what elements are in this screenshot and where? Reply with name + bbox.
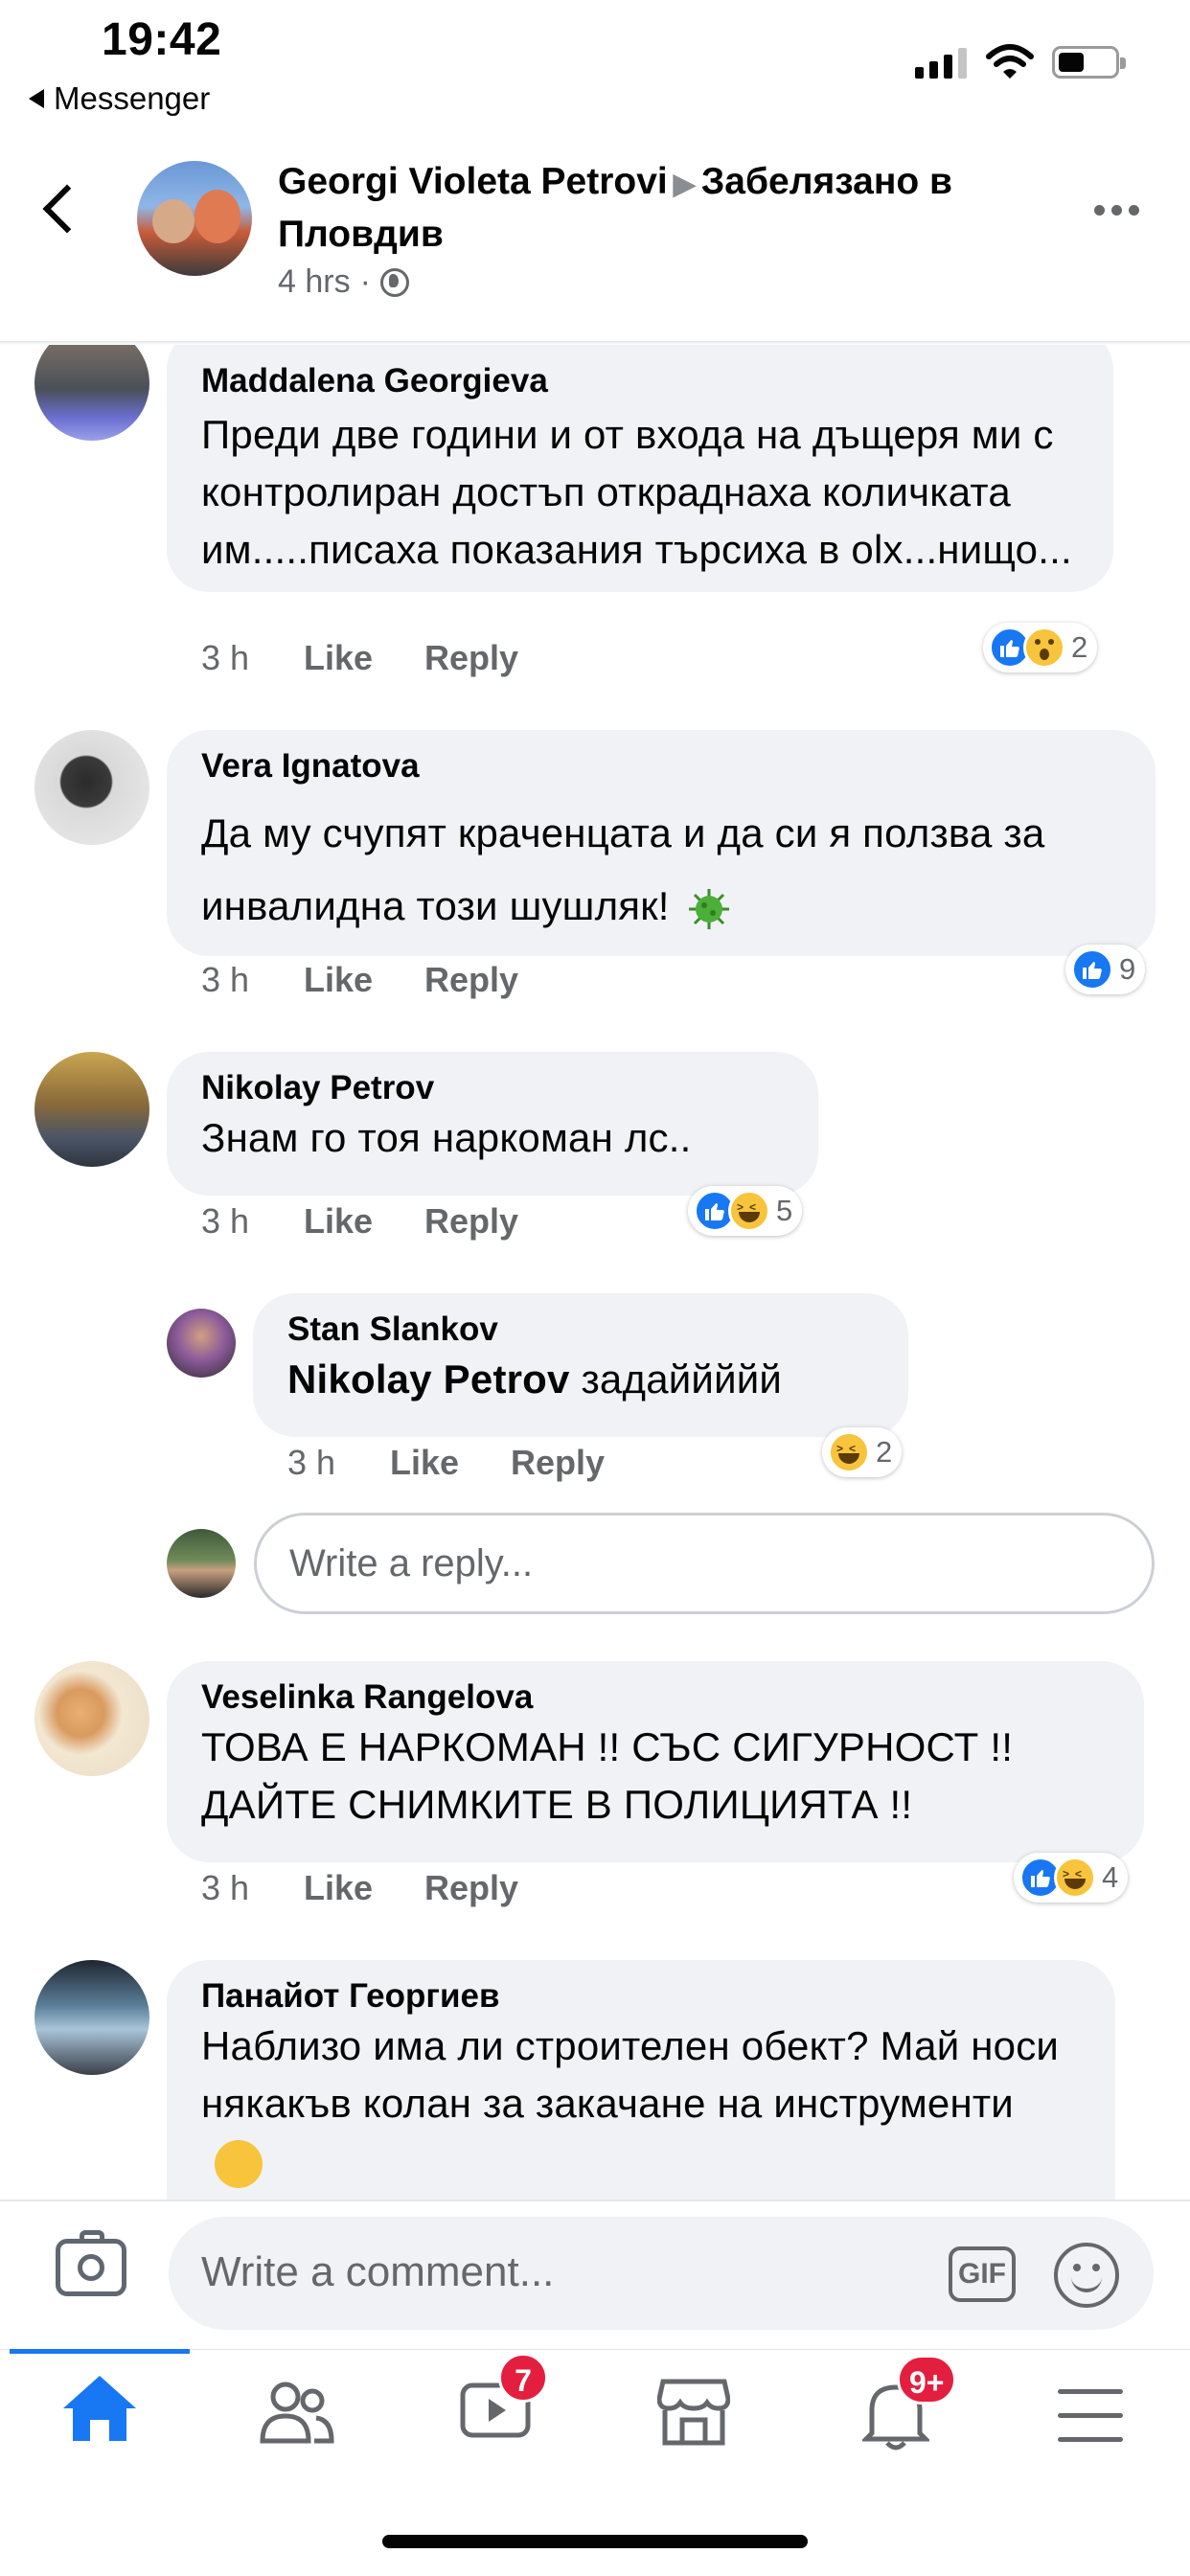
friends-icon[interactable] [259,2378,335,2447]
comment-time: 3 h [201,960,250,999]
globe-icon [379,267,409,297]
like-button[interactable]: Like [304,1868,424,1908]
like-reaction-icon [1071,948,1113,991]
notifications-badge: 9+ [897,2355,957,2405]
reply-button[interactable]: Reply [424,1201,518,1242]
meta-separator: · [359,263,371,300]
back-chevron-icon[interactable] [42,184,92,234]
reaction-count: 4 [1102,1860,1119,1894]
comment-author[interactable]: Stan Slankov [287,1309,876,1351]
commenter-avatar[interactable] [34,1052,149,1167]
comment-text: Да му счупят краченцата и да си я ползва… [201,810,1045,928]
reaction-count: 2 [876,1435,893,1469]
comment-time: 3 h [201,638,250,677]
post-time: 4 hrs [278,263,351,300]
gif-button[interactable]: GIF [949,2246,1016,2302]
more-options-icon[interactable] [1094,205,1139,216]
back-triangle-icon [29,89,44,108]
reply-button[interactable]: Reply [424,960,518,1000]
notifications-tab[interactable]: 9+ [859,2355,957,2451]
home-icon[interactable] [59,2372,140,2445]
comment-actions: 3 h Like Reply [201,638,518,678]
comment-bubble[interactable]: Veselinka Rangelova ТОВА Е НАРКОМАН !! С… [167,1661,1144,1862]
comment-text: Преди две години и от входа на дъщеря ми… [201,412,1072,572]
home-indicator [382,2535,808,2548]
comment-actions: 3 h Like Reply [201,960,518,1000]
emoji-icon[interactable] [1054,2243,1119,2308]
comment-actions: 3 h Like Reply [201,1201,518,1242]
comment-actions: 3 h Like Reply [287,1443,605,1483]
comment-author[interactable]: Maddalena Georgieva [201,360,1081,402]
comment-time: 3 h [201,1201,250,1241]
comment-author[interactable]: Nikolay Petrov [201,1067,786,1109]
commenter-avatar[interactable] [34,1661,149,1776]
post-author-name[interactable]: Georgi Violeta Petrovi [278,161,668,202]
haha-reaction-icon: >< [1054,1857,1096,1899]
reaction-count: 5 [776,1194,793,1227]
comment-text: задаййййй [581,1356,783,1402]
comment-actions: 3 h Like Reply [201,1868,518,1908]
cellular-signal-icon [915,48,967,79]
reaction-summary[interactable]: >< 2 [822,1427,903,1477]
comment-text: ТОВА Е НАРКОМАН !! СЪС СИГУРНОСТ !! ДАЙТ… [201,1724,1014,1827]
comment-time: 3 h [201,1868,250,1907]
post-title[interactable]: Georgi Violeta Petrovi ▶ Забелязано в Плов… [278,157,1044,260]
commenter-avatar[interactable] [167,1309,236,1378]
marketplace-icon[interactable] [657,2376,730,2447]
watch-tab[interactable]: 7 [460,2353,548,2443]
commenter-avatar[interactable] [34,345,149,441]
active-tab-indicator [10,2349,190,2354]
post-meta: 4 hrs · [278,263,409,301]
reaction-summary[interactable]: >< 5 [688,1186,803,1236]
commenter-avatar[interactable] [34,730,149,845]
comment-time: 3 h [287,1443,336,1482]
camera-icon[interactable] [56,2230,126,2296]
back-app-label: Messenger [54,80,211,116]
wow-reaction-icon [1023,627,1065,669]
comment-author[interactable]: Veselinka Rangelova [201,1676,1111,1719]
watch-badge: 7 [498,2353,548,2403]
haha-reaction-icon: >< [728,1190,770,1232]
comments-feed[interactable]: Maddalena Georgieva Преди две години и о… [0,345,1190,2200]
like-button[interactable]: Like [304,1201,424,1242]
write-reply-input[interactable]: Write a reply... [254,1513,1155,1614]
comment-text: Знам го тоя наркоман лс.. [201,1115,692,1160]
current-user-avatar [167,1529,236,1598]
reaction-summary[interactable]: 2 [983,623,1098,672]
reaction-summary[interactable]: 9 [1065,945,1146,994]
comment-text: Наблизо има ли строителен обект? Май нос… [201,2023,1060,2126]
battery-icon [1052,46,1126,79]
mention-link[interactable]: Nikolay Petrov [287,1356,570,1402]
thinking-face-emoji-icon [215,2139,263,2188]
reply-button[interactable]: Reply [424,638,518,678]
reply-button[interactable]: Reply [424,1868,518,1908]
comment-author[interactable]: Vera Ignatova [201,745,1123,787]
like-button[interactable]: Like [304,638,424,678]
reaction-count: 2 [1071,630,1088,664]
post-author-avatar[interactable] [137,161,252,276]
like-button[interactable]: Like [304,960,424,1000]
commenter-avatar[interactable] [34,1960,149,2075]
wifi-icon [986,44,1034,79]
right-triangle-icon: ▶ [673,169,696,200]
like-button[interactable]: Like [390,1443,511,1483]
microbe-emoji-icon [688,888,729,929]
comment-bubble[interactable]: Nikolay Petrov Знам го тоя наркоман лс.. [167,1052,818,1196]
comment-author[interactable]: Панайот Георгиев [201,1975,1083,2017]
comment-bubble[interactable]: Панайот Георгиев Наблизо има ли строител… [167,1960,1115,2200]
comment-bubble[interactable]: Maddalena Georgieva Преди две години и о… [167,345,1113,592]
haha-reaction-icon: >< [828,1431,870,1473]
reaction-summary[interactable]: >< 4 [1014,1853,1129,1903]
status-time: 19:42 [102,14,222,65]
reply-bubble[interactable]: Stan Slankov Nikolay Petrov задаййййй [253,1293,908,1437]
menu-icon[interactable] [1058,2389,1123,2443]
back-to-messenger-link[interactable]: Messenger [29,80,210,117]
reply-button[interactable]: Reply [511,1443,605,1483]
reaction-count: 9 [1119,952,1136,986]
comment-bubble[interactable]: Vera Ignatova Да му счупят краченцата и … [167,730,1156,956]
